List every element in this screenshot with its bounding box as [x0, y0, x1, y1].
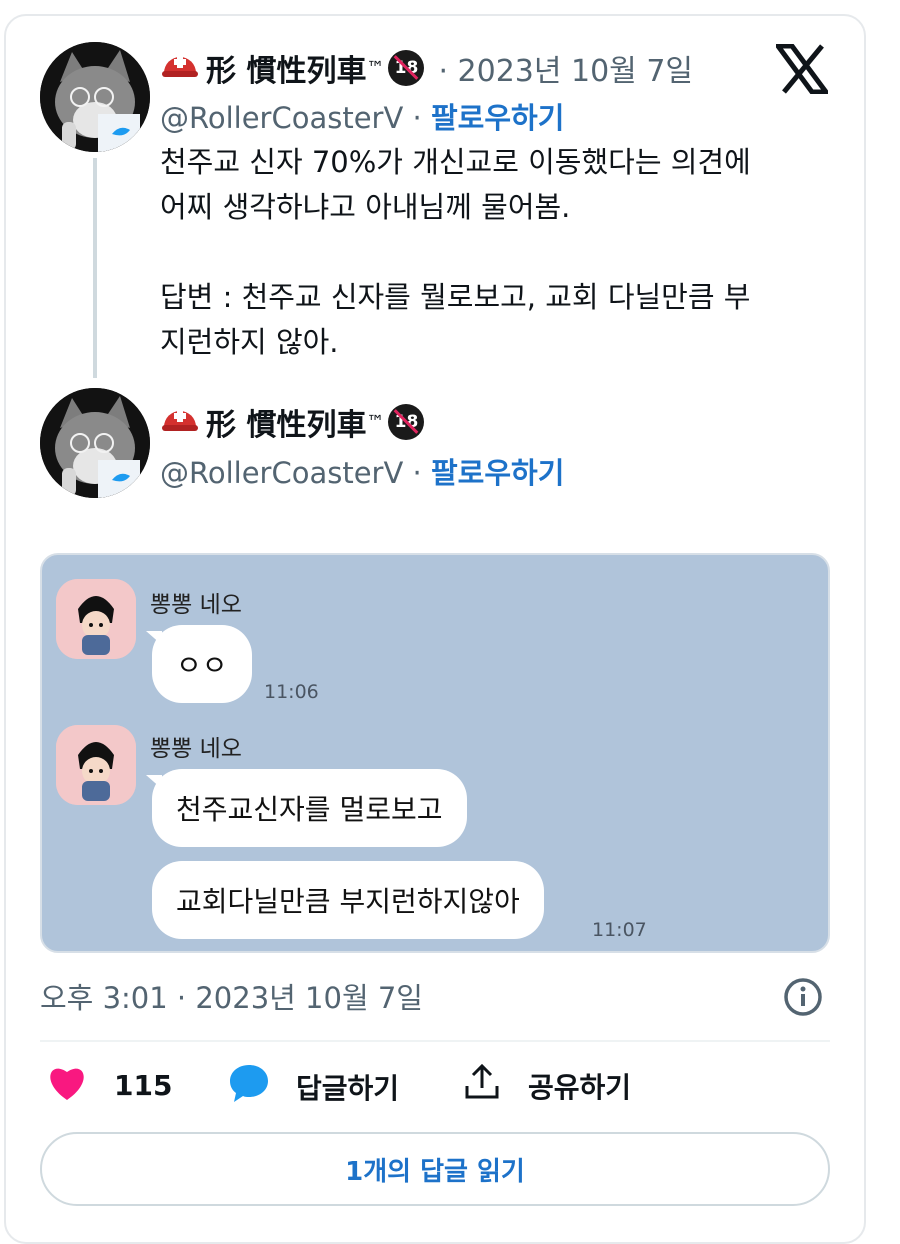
- author-name[interactable]: 形 慣性列車: [206, 46, 366, 90]
- reply-author-handle-row: @RollerCoasterV · 팔로우하기: [160, 450, 564, 492]
- chat-time: 11:07: [592, 919, 647, 941]
- chat-sender-name: 뽕뽕 네오: [150, 736, 242, 762]
- reply-label: 답글하기: [296, 1071, 400, 1105]
- reply-author-name-row: 形 慣性列車 ™ 18: [160, 400, 425, 444]
- speech-bubble-icon: [228, 1062, 270, 1111]
- tweet-timestamp[interactable]: 오후 3:01 · 2023년 10월 7일: [40, 975, 423, 1017]
- tweet-date[interactable]: · 2023년 10월 7일: [438, 46, 693, 90]
- chat-bubble: ㅇㅇ: [146, 625, 252, 703]
- info-icon[interactable]: [783, 977, 823, 1021]
- helmet-icon: [160, 401, 200, 443]
- reply-author-avatar[interactable]: [40, 388, 150, 498]
- reply-follow-button[interactable]: 팔로우하기: [431, 456, 564, 490]
- trademark-symbol: ™: [366, 57, 385, 79]
- reply-author-handle[interactable]: @RollerCoasterV: [160, 456, 403, 490]
- share-upload-icon: [462, 1062, 502, 1109]
- thread-connector-line: [93, 158, 97, 378]
- chat-time: 11:06: [264, 681, 319, 703]
- author-handle[interactable]: @RollerCoasterV: [160, 101, 403, 135]
- heart-icon: [46, 1062, 88, 1109]
- reply-author-name[interactable]: 形 慣性列車: [206, 400, 366, 444]
- tweet-text: 천주교 신자 70%가 개신교로 이동했다는 의견에 어찌 생각하냐고 아내님께…: [160, 145, 751, 359]
- chat-sender-avatar: [56, 725, 136, 805]
- share-label: 공유하기: [528, 1070, 632, 1104]
- author-avatar[interactable]: [40, 42, 150, 152]
- chat-sender-avatar: [56, 579, 136, 659]
- reply-button[interactable]: 답글하기: [228, 1062, 399, 1111]
- share-button[interactable]: 공유하기: [462, 1062, 631, 1109]
- age-restriction-badge: 18: [388, 50, 425, 86]
- separator-dot: ·: [412, 456, 422, 490]
- age-restriction-badge: 18: [388, 404, 425, 440]
- like-button[interactable]: 115: [46, 1062, 172, 1109]
- like-count: 115: [114, 1069, 173, 1102]
- chat-screenshot[interactable]: 뽕뽕 네오 ㅇㅇ 11:06 뽕뽕 네오 천주교신자를 멀로보고 교회다닐만큼 …: [40, 553, 830, 953]
- author-handle-row: @RollerCoasterV · 팔로우하기: [160, 95, 564, 137]
- chat-bubble: 천주교신자를 멀로보고: [146, 769, 467, 847]
- separator-dot: ·: [412, 101, 422, 135]
- divider: [40, 1040, 830, 1042]
- author-name-row: 形 慣性列車 ™ 18 · 2023년 10월 7일: [160, 46, 693, 90]
- x-logo-icon[interactable]: [773, 43, 831, 98]
- chat-sender-name: 뽕뽕 네오: [150, 592, 242, 618]
- read-replies-button[interactable]: 1개의 답글 읽기: [40, 1132, 830, 1206]
- chat-bubble: 교회다닐만큼 부지런하지않아: [152, 861, 544, 939]
- helmet-icon: [160, 47, 200, 89]
- follow-button[interactable]: 팔로우하기: [431, 101, 564, 135]
- trademark-symbol: ™: [366, 411, 385, 433]
